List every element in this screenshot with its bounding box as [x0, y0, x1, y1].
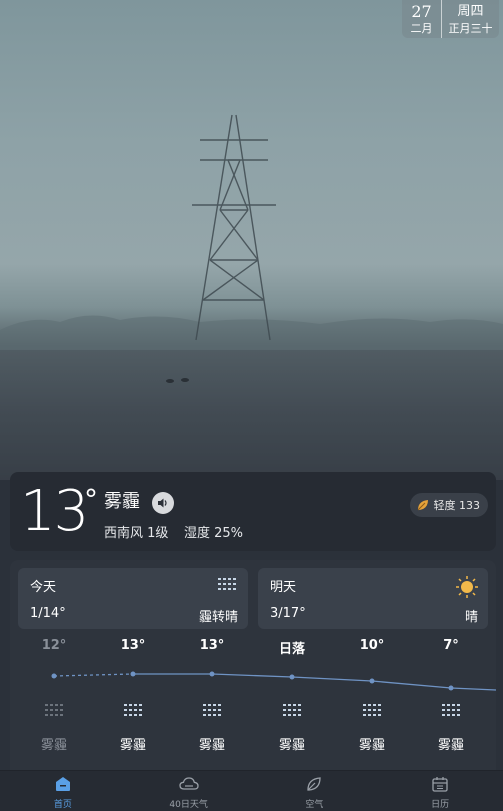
nav-40day[interactable]: 40日天气	[126, 771, 252, 811]
haze-icon	[421, 702, 481, 724]
foggy-pylon-illustration	[0, 114, 503, 480]
date-day-block: 27 二月	[402, 0, 442, 38]
date-lunar: 正月三十	[448, 22, 493, 35]
wind-info: 西南风 1级	[104, 526, 169, 541]
current-temperature: 13	[20, 479, 89, 544]
today-label: 今天	[30, 580, 57, 595]
speaker-icon[interactable]	[152, 492, 174, 514]
nav-calendar-label: 日历	[431, 800, 450, 810]
forecast-panel: 今天 1/14° 霾转晴 明天 3/17° 晴 12° 13° 13° 日落 1…	[10, 560, 496, 772]
hour-item[interactable]: 日落	[262, 638, 322, 657]
tomorrow-forecast-card[interactable]: 明天 3/17° 晴	[258, 568, 488, 629]
tomorrow-temp-range: 3/17°	[270, 606, 306, 621]
tomorrow-label: 明天	[270, 580, 297, 595]
haze-icon	[103, 702, 163, 724]
haze-icon	[182, 702, 242, 724]
current-condition: 雾霾	[104, 491, 140, 512]
nav-calendar[interactable]: 日历	[377, 771, 503, 811]
hour-item[interactable]: 12°	[24, 638, 84, 653]
hour-temp: 13°	[120, 638, 146, 653]
hour-temp: 12°	[41, 638, 67, 653]
cloud-icon	[178, 777, 199, 790]
hour-condition: 雾霾	[278, 738, 305, 753]
haze-icon	[342, 702, 402, 724]
air-quality-badge[interactable]: 轻度 133	[409, 493, 488, 517]
date-day: 27	[411, 2, 432, 21]
nav-40day-label: 40日天气	[169, 800, 208, 810]
nav-home[interactable]: 首页	[0, 771, 126, 811]
haze-icon	[24, 702, 84, 724]
hour-item[interactable]: 13°	[182, 638, 242, 653]
hour-item[interactable]: 7°	[421, 638, 481, 653]
hour-condition: 雾霾	[198, 738, 225, 753]
nav-air[interactable]: 空气	[252, 771, 378, 811]
humidity-info: 湿度 25%	[184, 526, 244, 541]
haze-icon	[262, 702, 322, 724]
hour-temp: 7°	[443, 638, 459, 653]
today-condition: 霾转晴	[198, 610, 238, 625]
date-weekday-block: 周四 正月三十	[442, 0, 499, 38]
today-temp-range: 1/14°	[30, 606, 66, 621]
tomorrow-condition: 晴	[464, 610, 478, 625]
haze-icon	[216, 576, 238, 598]
bottom-navigation: 首页 40日天气 空气 日历	[0, 770, 503, 811]
degree-symbol: °	[84, 483, 98, 516]
hour-condition: 雾霾	[437, 738, 464, 753]
date-badge[interactable]: 27 二月 周四 正月三十	[402, 0, 499, 38]
leaf-icon	[417, 500, 428, 511]
date-weekday: 周四	[457, 4, 484, 19]
nav-home-label: 首页	[53, 800, 72, 810]
hour-temp: 10°	[359, 638, 385, 653]
hour-condition: 雾霾	[40, 738, 67, 753]
calendar-icon	[432, 777, 448, 792]
hour-item[interactable]: 13°	[103, 638, 163, 653]
today-forecast-card[interactable]: 今天 1/14° 霾转晴	[18, 568, 248, 629]
hour-temp: 13°	[199, 638, 225, 653]
leaf-icon	[307, 777, 322, 791]
hour-temp: 日落	[278, 642, 305, 657]
date-month: 二月	[410, 22, 433, 35]
hour-condition: 雾霾	[119, 738, 146, 753]
home-icon	[55, 777, 70, 791]
nav-air-label: 空气	[305, 800, 324, 810]
air-quality-label: 轻度 133	[433, 499, 481, 512]
background-scene	[0, 0, 503, 480]
sun-icon	[456, 576, 478, 602]
hour-item[interactable]: 10°	[342, 638, 402, 653]
current-weather-card[interactable]: 13 ° 雾霾 西南风 1级 湿度 25% 轻度 133	[10, 472, 496, 551]
hour-condition: 雾霾	[358, 738, 385, 753]
